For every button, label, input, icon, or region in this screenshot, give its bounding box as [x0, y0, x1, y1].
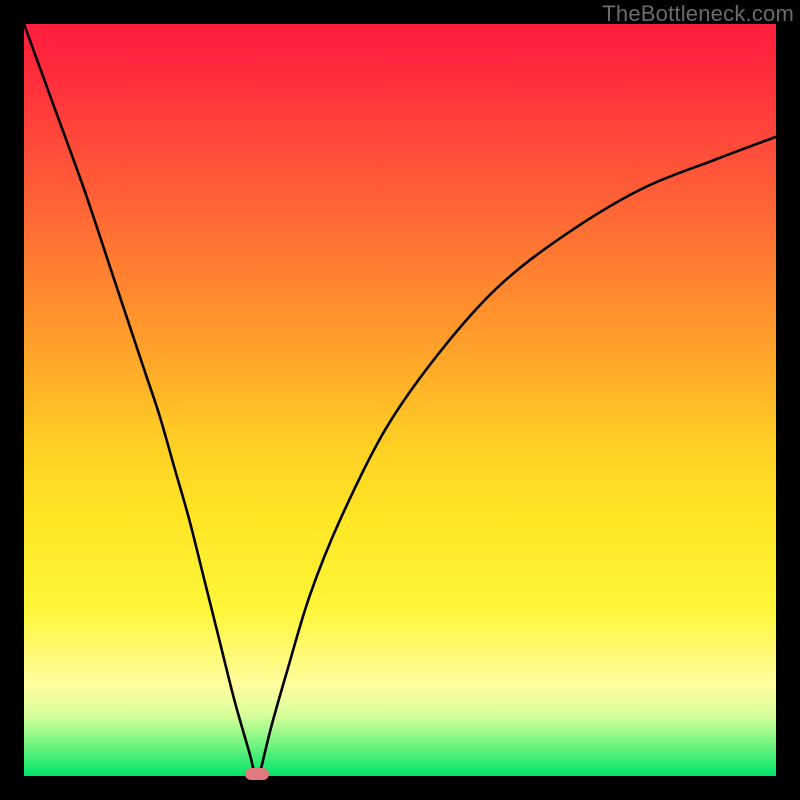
chart-svg: [24, 24, 776, 776]
watermark-text: TheBottleneck.com: [602, 1, 794, 27]
bottleneck-curve: [24, 24, 776, 773]
min-marker: [245, 768, 269, 780]
chart-frame: [24, 24, 776, 776]
